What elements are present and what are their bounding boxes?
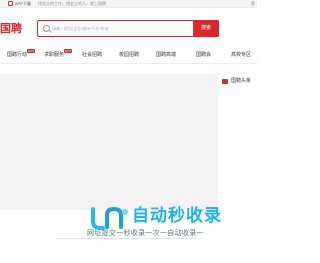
- phone-icon[interactable]: [8, 1, 13, 6]
- nav-item-university-zone[interactable]: 高校专区: [231, 52, 251, 59]
- hot-badge: HOT: [27, 49, 36, 53]
- search-icon: [43, 25, 50, 32]
- top-slogan: 找金企的工作，找金企的人，就上国聘: [38, 1, 106, 6]
- top-bar: APP下载 找金企的工作，找金企的人，就上国聘 登: [0, 0, 257, 8]
- news-icon: [222, 79, 228, 84]
- nav-item-campus-recruitment[interactable]: 校园招聘: [119, 52, 139, 59]
- site-logo[interactable]: 国聘: [0, 20, 22, 36]
- nav-item-label: 高校专区: [231, 52, 252, 58]
- main-nav: 国聘行动 HOT 求职服务 HOT 社会招聘 校园招聘 国聘高端 国聘会 高校专…: [0, 48, 257, 64]
- watermark-subtitle: 网址提交一秒收录一次一自动收录一: [87, 230, 204, 237]
- app-download-link[interactable]: APP下载: [15, 0, 31, 8]
- nav-item-job-services[interactable]: 求职服务 HOT: [44, 49, 73, 59]
- login-link[interactable]: 登: [251, 0, 255, 8]
- search-button[interactable]: 搜索: [193, 20, 219, 37]
- nav-item-label: 国聘高端: [156, 52, 177, 58]
- news-title: 国聘头条: [231, 78, 252, 84]
- watermark-title: 自动秒收录: [132, 206, 222, 225]
- nav-item-label: 国聘行动: [7, 52, 28, 58]
- nav-item-label: 求职服务: [44, 52, 65, 58]
- watermark: 自动秒收录 网址提交一秒收录一次一自动收录一: [87, 201, 239, 257]
- nav-item-job-fair[interactable]: 国聘会: [196, 52, 211, 59]
- hot-badge: HOT: [64, 49, 73, 53]
- search-bar: 搜索: [37, 20, 219, 37]
- nav-item-high-end[interactable]: 国聘高端: [156, 52, 176, 59]
- nav-item-guopin-action[interactable]: 国聘行动 HOT: [7, 49, 36, 59]
- nav-item-label: 国聘会: [196, 52, 212, 58]
- main-banner[interactable]: [0, 74, 218, 210]
- search-input[interactable]: [52, 23, 192, 34]
- nav-item-label: 校园招聘: [119, 52, 140, 58]
- watermark-logo-icon: [91, 206, 128, 230]
- nav-item-label: 社会招聘: [82, 52, 103, 58]
- nav-item-social-recruitment[interactable]: 社会招聘: [82, 52, 102, 59]
